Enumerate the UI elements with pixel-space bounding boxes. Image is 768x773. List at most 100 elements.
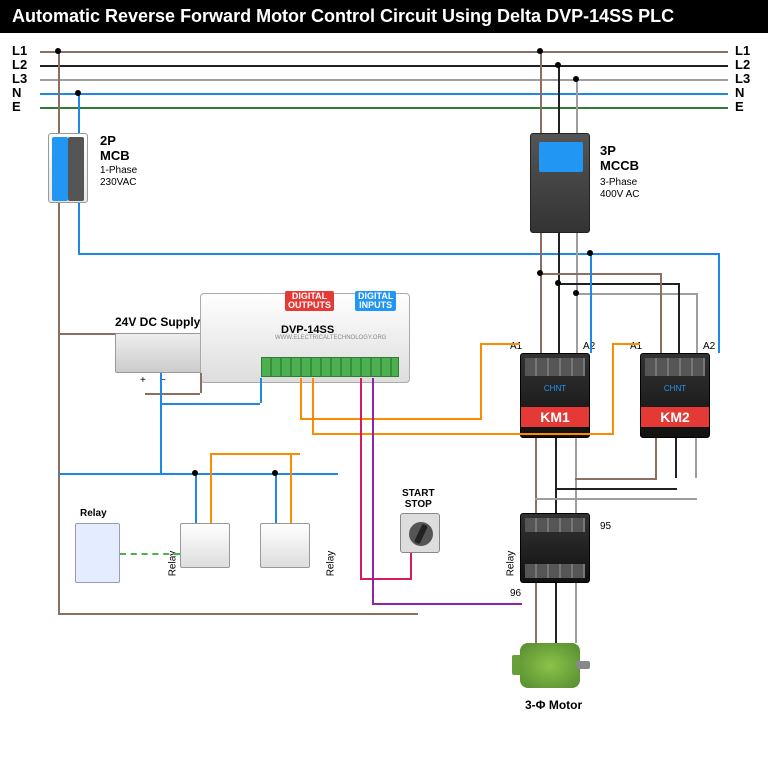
rail-L3 [40,79,728,81]
node-N-mcb [75,90,81,96]
wire-24v-blue-bus [160,373,162,473]
km1-brand: CHNT [521,384,589,393]
mccb-sub1: 3-Phase [600,177,637,188]
node-e [573,290,579,296]
wire-n-km2a2 [718,253,720,353]
node-L1-mcb [55,48,61,54]
wire-km2-ovr3 [695,438,697,478]
wire-km2-to-ovr3 [535,498,697,500]
wire-ovr-motor3 [575,583,577,643]
wire-din1-sel [410,553,412,580]
wire-psu-plc-brown [145,393,200,395]
contactor-km1: CHNT KM1 [520,353,590,438]
wire-mcb-out-L [58,203,60,333]
wire-24v-brown-bot [58,613,418,615]
wire-plc-out1-a1 [480,343,520,345]
motor-3phase [510,638,590,693]
rail-label-N-left: N [12,85,21,100]
wire-km1-ovr1 [535,438,537,513]
wire-ovr-motor1 [535,583,537,643]
plc-url: WWW.ELECTRICALTECHNOLOGY.ORG [275,335,386,341]
node-d [555,280,561,286]
rail-label-E-left: E [12,99,21,114]
wire-plc-out1-v [300,378,302,418]
motor-label: 3-Φ Motor [525,698,582,712]
rail-label-L2-right: L2 [735,57,750,72]
mccb-label: 3P MCCB [600,143,639,173]
node-a [192,470,198,476]
wire-L1-to-mcb [58,51,60,133]
ovr-95: 95 [600,521,611,532]
diagram-title: Automatic Reverse Forward Motor Control … [0,0,768,33]
wire-n-km1a2 [590,253,592,353]
wire-km2-d3 [696,293,698,353]
wire-psu-plc-blue-v [260,378,262,403]
relay2-label: Relay [325,551,336,577]
rail-L1 [40,51,728,53]
mcb-label: 2P MCB [100,133,130,163]
wire-km1-ovr3 [575,438,577,513]
wire-mccb-out2 [558,233,560,353]
wire-din2-v [372,378,374,603]
wire-plc-out2-v [312,378,314,433]
plc-dout-tag: DIGITAL OUTPUTS [285,291,334,311]
rail-label-L1-left: L1 [12,43,27,58]
wire-km2-d2 [678,283,680,353]
wire-L-to-psu [58,333,118,335]
wire-km1-ovr2 [555,438,557,513]
selector-start-stop[interactable] [400,513,440,553]
node-L1-mccb [537,48,543,54]
wire-psu-plc-brown-v [200,373,202,393]
wire-mcb-out-N [78,203,80,253]
wire-km2-to-ovr2 [555,488,677,490]
rail-L2 [40,65,728,67]
rail-N [40,93,728,95]
wire-relay1-or [210,453,212,523]
wire-km2-to-ovr1 [575,478,657,480]
wire-km2-ovr2 [675,438,677,478]
rail-label-L3-left: L3 [12,71,27,86]
mccb-sub2: 400V AC [600,189,639,200]
wire-L2-mccb [558,65,560,133]
wire-km2-br1 [540,273,660,275]
overload-relay [520,513,590,583]
rail-label-N-right: N [735,85,744,100]
wire-plc-out1-up [480,343,482,420]
mccb-3p [530,133,590,233]
wire-24v-blue-mid [58,473,338,475]
psu-label: 24V DC Supply [115,315,200,329]
relay-ice-label: Relay [80,508,107,519]
wire-din1-v [360,378,362,578]
wire-din1-h [360,578,410,580]
km2-label: KM2 [641,407,709,427]
relay-box-2 [260,523,310,568]
wire-plc-out2-a1 [612,343,640,345]
ovr-relay-label: Relay [505,551,516,577]
plc-din-tag: DIGITAL INPUTS [355,291,396,311]
plc-terminals [261,357,399,377]
km2-brand: CHNT [641,384,709,393]
rail-label-L3-right: L3 [735,71,750,86]
wire-din2-h [372,603,522,605]
wire-L1-mccb [540,51,542,133]
wire-psu-plc-blue [160,403,260,405]
node-f [587,250,593,256]
wire-relay2-or [290,453,292,523]
rail-label-E-right: E [735,99,744,114]
node-c [537,270,543,276]
wire-plc-out1-h [300,418,480,420]
diagram-canvas: L1 L2 L3 N E L1 L2 L3 N E 2P MCB 1-Phase… [0,33,768,773]
psu-plus: + [140,375,146,386]
mcb-2p [48,133,88,203]
km1-label: KM1 [521,407,589,427]
mcb-sub1: 1-Phase [100,165,137,176]
selector-label: START STOP [402,488,435,510]
wire-ovr-motor2 [555,583,557,643]
wire-interlock-dashed [120,553,180,555]
contactor-km2: CHNT KM2 [640,353,710,438]
km2-a2: A2 [703,341,715,352]
wire-N-to-mcb [78,93,80,133]
wire-mccb-out1 [540,233,542,353]
wire-km2-ovr1 [655,438,657,478]
rail-label-L2-left: L2 [12,57,27,72]
